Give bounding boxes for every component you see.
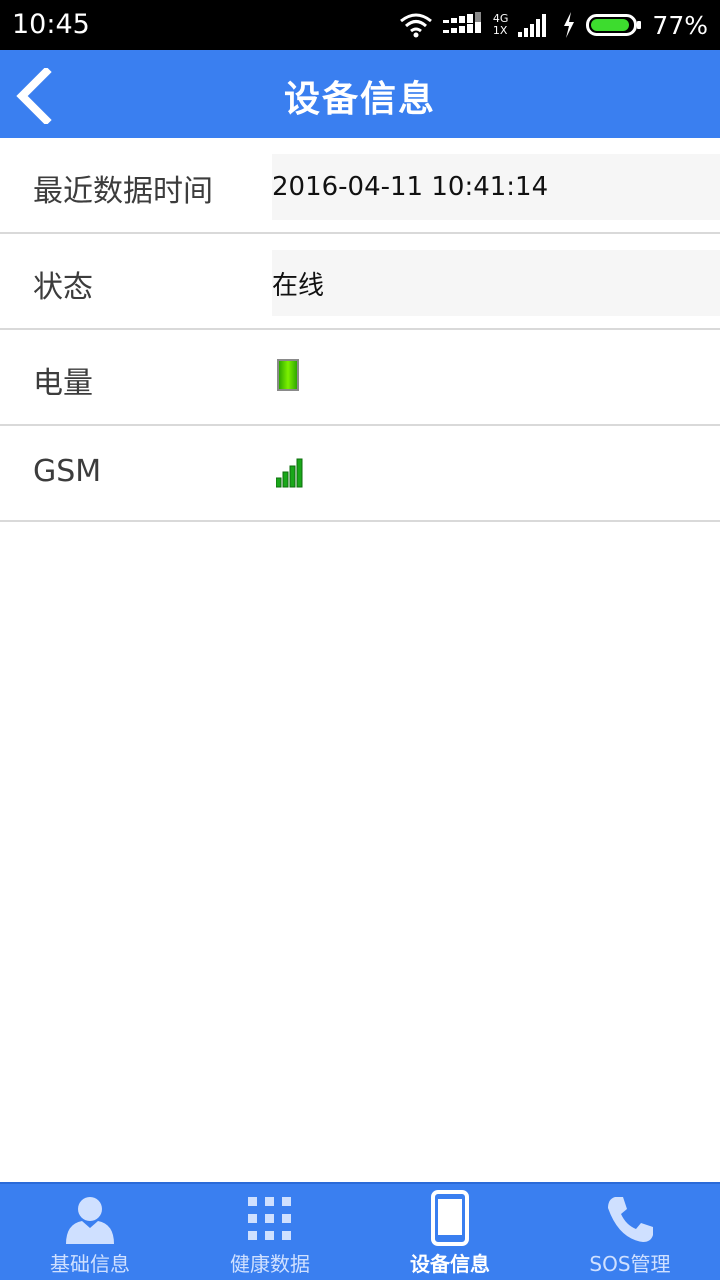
row-status: 状态 在线 xyxy=(0,234,720,330)
battery-percent: 77% xyxy=(652,10,708,40)
page-title: 设备信息 xyxy=(283,79,436,120)
grid-icon xyxy=(248,1197,291,1240)
row-last-data-time: 最近数据时间 2016-04-11 10:41:14 xyxy=(0,138,720,234)
row-label: 最近数据时间 xyxy=(33,174,213,209)
nav-label: SOS管理 xyxy=(589,1252,671,1276)
nav-label: 基础信息 xyxy=(50,1252,130,1276)
nav-item-sos-management[interactable]: SOS管理 xyxy=(540,1184,720,1280)
row-label: 状态 xyxy=(33,270,93,305)
status-icons: 4G 1X 77% xyxy=(399,10,708,40)
battery-status-icon xyxy=(586,14,642,36)
value-field: 2016-04-11 10:41:14 xyxy=(272,154,720,220)
nav-item-health-data[interactable]: 健康数据 xyxy=(180,1184,360,1280)
data-activity-icon xyxy=(442,12,481,33)
row-label: GSM xyxy=(33,454,102,489)
nav-label: 健康数据 xyxy=(230,1252,310,1276)
nav-item-basic-info[interactable]: 基础信息 xyxy=(0,1184,180,1280)
bottom-nav: 基础信息 健康数据 设备信息 SOS管理 xyxy=(0,1182,720,1280)
nav-item-device-info[interactable]: 设备信息 xyxy=(360,1184,540,1280)
cell-signal-icon xyxy=(518,14,547,37)
status-value: 在线 xyxy=(272,270,325,301)
row-label: 电量 xyxy=(33,366,93,401)
row-gsm: GSM xyxy=(0,426,720,522)
row-battery: 电量 xyxy=(0,330,720,426)
person-icon xyxy=(66,1197,114,1244)
title-bar: 设备信息 xyxy=(0,50,720,138)
signal-bars-icon xyxy=(276,458,303,488)
status-time: 10:45 xyxy=(12,9,90,40)
charging-bolt-icon xyxy=(564,12,575,38)
network-1x-label: 1X xyxy=(492,24,508,37)
status-bar: 10:45 4G 1X 77% xyxy=(0,0,720,50)
phone-device-icon xyxy=(431,1190,469,1246)
value-field: 在线 xyxy=(272,250,720,316)
nav-label: 设备信息 xyxy=(410,1252,490,1276)
battery-full-icon xyxy=(277,359,299,391)
last-data-time-value: 2016-04-11 10:41:14 xyxy=(272,172,549,202)
wifi-icon xyxy=(399,13,432,38)
screen: 10:45 4G 1X 77% 设备信息 最近数据时间 2016-04-11 1… xyxy=(0,0,720,1280)
network-type-labels: 4G 1X xyxy=(493,13,509,37)
device-info-list: 最近数据时间 2016-04-11 10:41:14 状态 在线 电量 GSM xyxy=(0,138,720,522)
phone-handset-icon xyxy=(608,1197,653,1242)
